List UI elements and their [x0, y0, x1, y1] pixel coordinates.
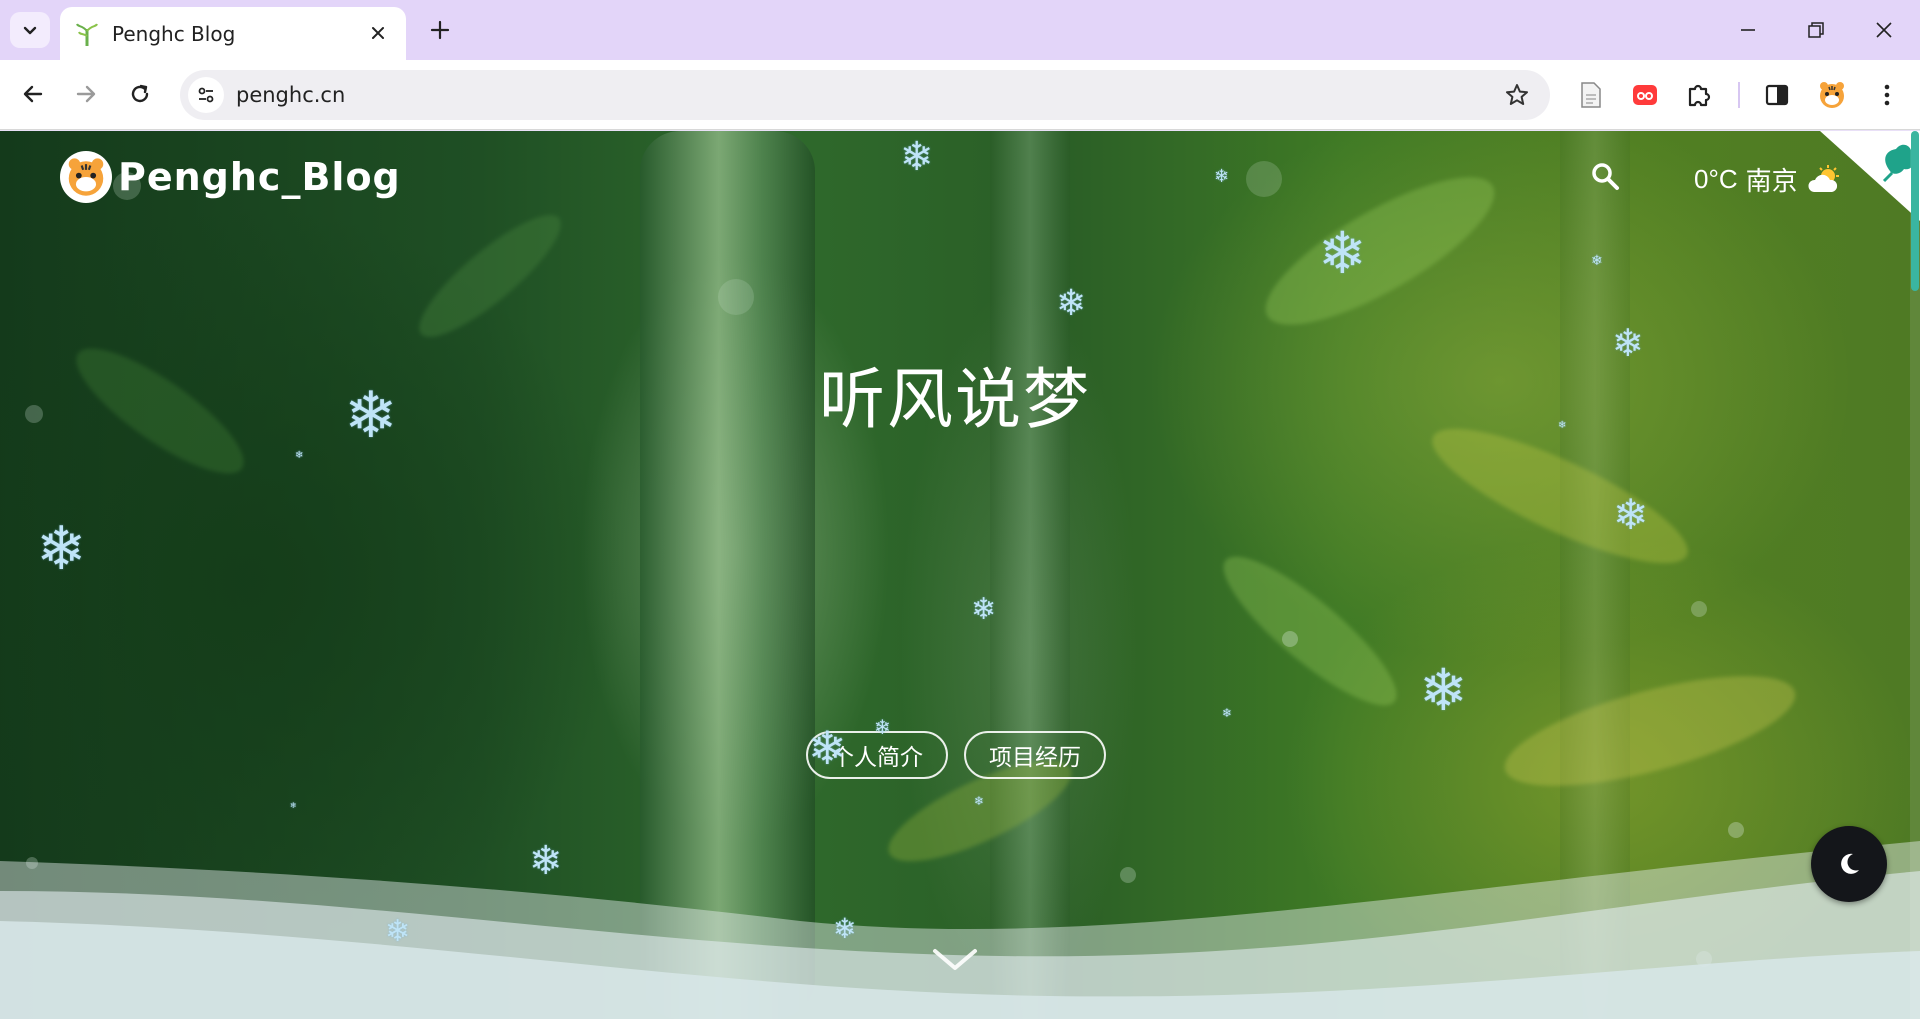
window-close-icon	[1876, 22, 1892, 38]
snowflake-icon: ❄	[1056, 282, 1087, 323]
snowflake-icon: ❄	[290, 801, 297, 810]
tiger-avatar-icon	[68, 158, 104, 196]
close-icon	[372, 27, 384, 39]
side-panel-button[interactable]	[1756, 74, 1798, 116]
video-ext-icon	[1633, 85, 1657, 105]
leaf	[1247, 151, 1513, 351]
browser-tab[interactable]: Penghc Blog	[60, 7, 406, 60]
site-name: Penghc_Blog	[118, 155, 401, 199]
side-panel-icon	[1765, 84, 1789, 106]
wave-divider	[0, 841, 1920, 1019]
snowflake-icon: ❄	[1318, 221, 1367, 286]
snowflake-icon: ❄	[833, 913, 857, 944]
snowflake-icon: ❄	[1612, 323, 1644, 365]
chevron-down-icon[interactable]	[930, 946, 980, 976]
snowflake-icon: ❄	[974, 794, 985, 808]
snowflake-icon: ❄	[529, 839, 563, 883]
tab-search-button[interactable]	[10, 12, 50, 48]
window-close-button[interactable]	[1856, 10, 1912, 50]
snowflake-icon: ❄	[874, 717, 891, 739]
tab-search-icon	[23, 26, 37, 35]
moon-icon	[1841, 853, 1859, 874]
reload-button[interactable]	[120, 74, 160, 114]
tab-strip: Penghc Blog	[0, 0, 1920, 60]
new-tab-button[interactable]	[424, 14, 456, 46]
extensions-button[interactable]	[1678, 74, 1720, 116]
leaf	[1494, 653, 1806, 809]
site-avatar	[60, 151, 112, 203]
snowflake-icon: ❄	[344, 379, 398, 451]
hero-section: Penghc_Blog 0°C 南京 听风说梦 个人简介 项目经历 ❄ ❄ ❄ …	[0, 131, 1920, 1019]
snowflake-icon: ❄	[971, 593, 997, 626]
toolbar-separator	[1738, 82, 1740, 108]
snowflake-icon: ❄	[1222, 706, 1233, 720]
bamboo-favicon	[76, 23, 98, 46]
snowflake-icon: ❄	[1591, 252, 1603, 268]
bokeh	[1282, 631, 1298, 647]
site-brand[interactable]: Penghc_Blog	[60, 151, 401, 203]
bokeh	[718, 279, 754, 315]
bokeh	[1691, 601, 1707, 617]
weather-temp: 0°C	[1694, 164, 1738, 194]
star-icon[interactable]	[1504, 82, 1530, 108]
site-info-icon	[198, 87, 214, 103]
back-icon	[23, 85, 43, 103]
leaf	[1206, 537, 1414, 725]
profile-avatar[interactable]	[1811, 74, 1853, 116]
search-icon[interactable]	[1590, 161, 1620, 191]
scrollbar-thumb[interactable]	[1911, 131, 1919, 291]
reading-icon	[1581, 82, 1601, 108]
snowflake-icon: ❄	[900, 135, 934, 179]
snowflake-icon: ❄	[1419, 658, 1468, 723]
leaf	[404, 198, 576, 354]
restore-button[interactable]	[1788, 10, 1844, 50]
restore-icon	[1808, 22, 1824, 38]
snowflake-icon: ❄	[1558, 420, 1567, 431]
tab-close-button[interactable]	[366, 21, 390, 45]
projects-button[interactable]: 项目经历	[964, 731, 1106, 779]
dark-mode-toggle[interactable]	[1811, 826, 1887, 902]
snowflake-icon: ❄	[1613, 491, 1649, 538]
tiger-avatar-icon	[1820, 82, 1844, 108]
minimize-button[interactable]	[1720, 10, 1776, 50]
snowflake-icon: ❄	[295, 450, 304, 461]
plus-icon	[430, 20, 450, 40]
url-text[interactable]: penghc.cn	[236, 83, 345, 107]
bokeh	[1246, 161, 1282, 197]
menu-icon	[1884, 84, 1890, 106]
snowflake-icon: ❄	[36, 515, 87, 582]
weather-city: 南京	[1745, 166, 1798, 196]
snowflake-icon: ❄	[808, 722, 847, 774]
puzzle-icon	[1688, 84, 1711, 107]
page-scrollbar[interactable]	[1910, 131, 1920, 1019]
snowflake-icon: ❄	[1214, 166, 1230, 186]
browser-menu-button[interactable]	[1866, 74, 1908, 116]
forward-icon	[76, 85, 96, 103]
tab-title: Penghc Blog	[112, 21, 236, 46]
corner-ribbon[interactable]	[1820, 131, 1920, 221]
minimize-icon	[1741, 29, 1755, 31]
browser-toolbar: penghc.cn	[0, 60, 1920, 130]
forward-button[interactable]	[66, 74, 106, 114]
video-extension[interactable]	[1624, 74, 1666, 116]
back-button[interactable]	[13, 74, 53, 114]
address-bar[interactable]: penghc.cn	[180, 70, 1550, 120]
reload-icon	[131, 84, 149, 103]
reading-extension[interactable]	[1570, 74, 1612, 116]
snowflake-icon: ❄	[385, 915, 411, 948]
site-info-button[interactable]	[188, 77, 224, 113]
